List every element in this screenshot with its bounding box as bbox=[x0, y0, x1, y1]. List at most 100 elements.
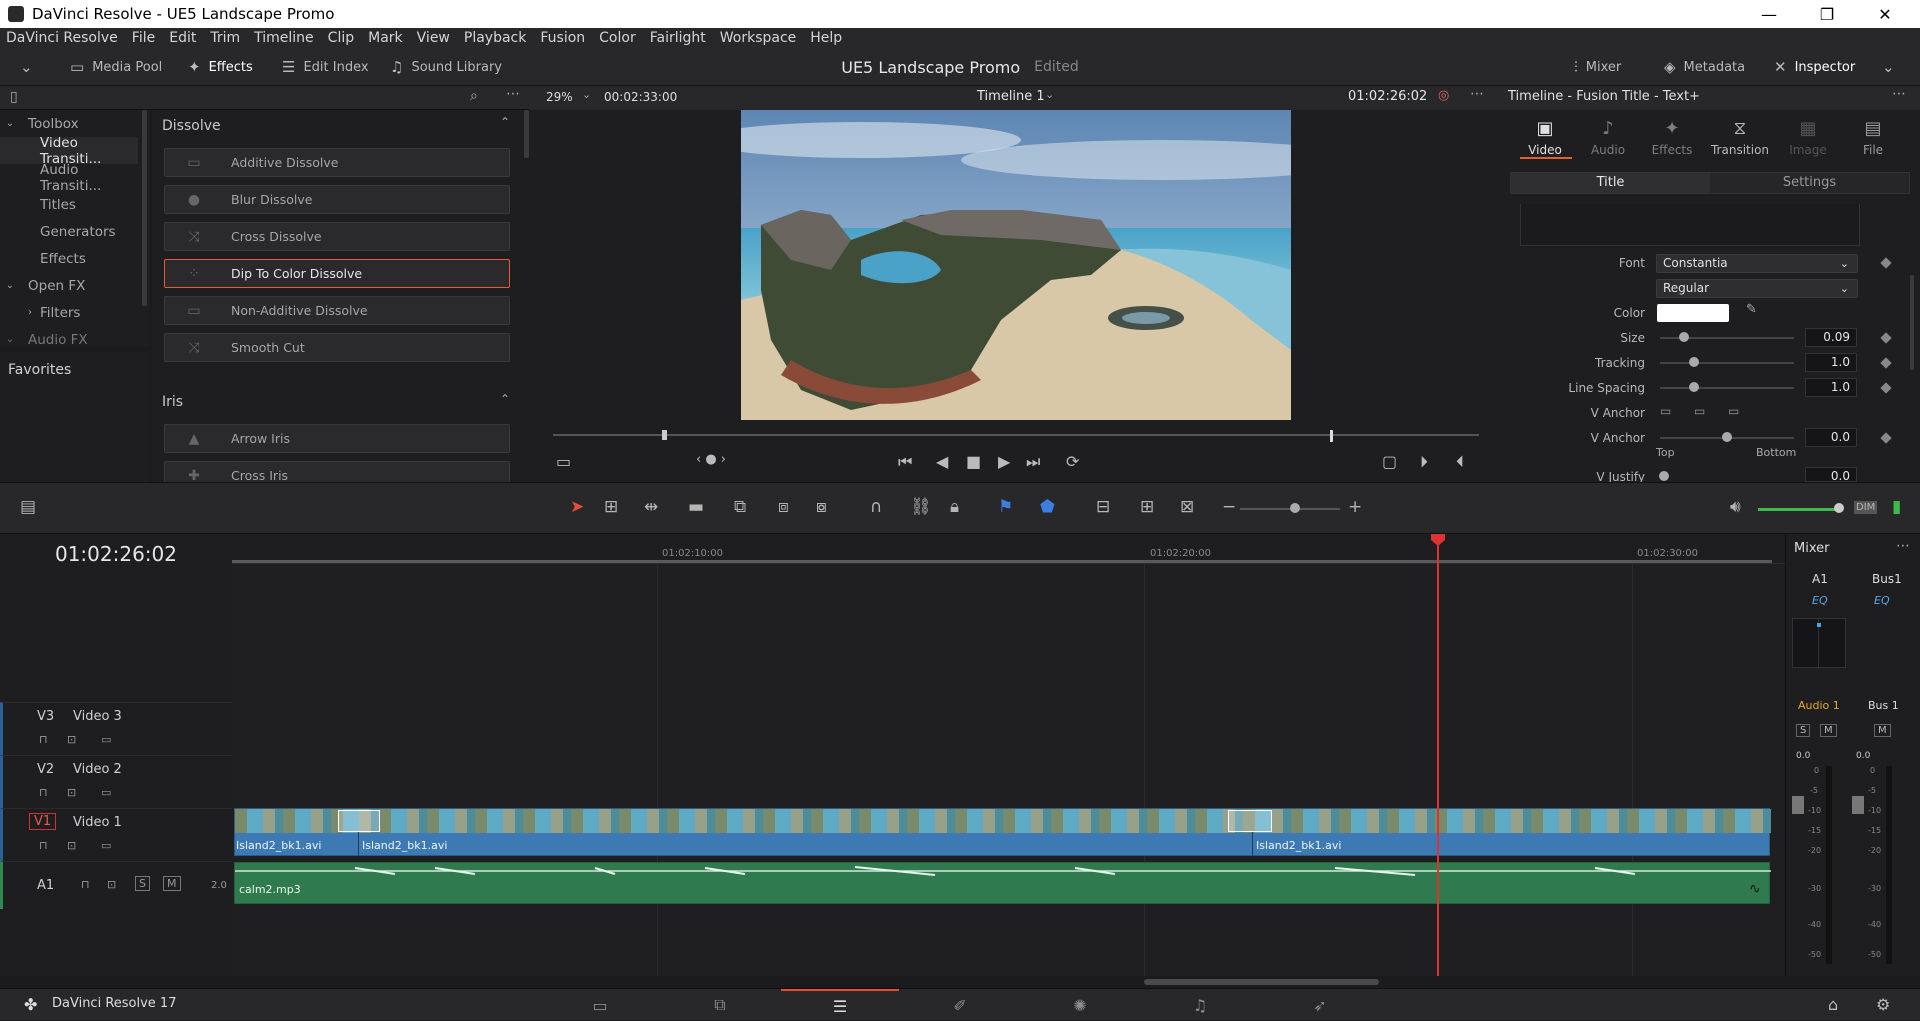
lock-icon[interactable]: ⊓ bbox=[39, 839, 48, 852]
menu-fairlight[interactable]: Fairlight bbox=[650, 30, 706, 46]
effect-cross-iris[interactable]: ✚ Cross Iris bbox=[164, 461, 510, 482]
menu-file[interactable]: File bbox=[132, 30, 155, 46]
line-spacing-slider[interactable] bbox=[1660, 387, 1794, 389]
size-value[interactable]: 0.09 bbox=[1805, 328, 1857, 347]
selection-tool-icon[interactable]: ➤ bbox=[570, 497, 584, 517]
font-dropdown[interactable]: Constantia ⌄ bbox=[1656, 254, 1858, 273]
replace-clip-icon[interactable]: ⧇ bbox=[816, 497, 827, 517]
overwrite-clip-icon[interactable]: ⧈ bbox=[778, 497, 789, 517]
timeline-ruler[interactable]: 01:02:10:00 01:02:20:00 01:02:30:00 bbox=[232, 534, 1785, 564]
line-spacing-value[interactable]: 1.0 bbox=[1805, 378, 1857, 397]
zoom-level[interactable]: 29% bbox=[546, 90, 573, 104]
viewer-scrubber[interactable] bbox=[553, 434, 1479, 436]
marker-icon[interactable]: ⬟ bbox=[1040, 497, 1055, 517]
chevron-down-icon[interactable]: ⌄ bbox=[1045, 88, 1054, 101]
v-justify-slider-knob[interactable] bbox=[1659, 471, 1669, 481]
deliver-page-button[interactable]: ➶ bbox=[1261, 989, 1379, 1021]
stop-icon[interactable]: ■ bbox=[966, 452, 981, 471]
color-swatch[interactable] bbox=[1657, 304, 1729, 322]
restore-button[interactable]: ❐ bbox=[1798, 0, 1856, 28]
color-page-button[interactable]: ✺ bbox=[1021, 989, 1139, 1021]
tree-effects[interactable]: Effects bbox=[0, 245, 138, 272]
tab-video[interactable]: ▣ Video bbox=[1515, 118, 1575, 157]
bus-mute-button[interactable]: M bbox=[1874, 724, 1891, 737]
dim-button[interactable]: DIM bbox=[1854, 501, 1878, 514]
tree-generators[interactable]: Generators bbox=[0, 218, 138, 245]
tab-audio[interactable]: ♪ Audio bbox=[1578, 118, 1638, 157]
auto-select-icon[interactable]: ⊡ bbox=[67, 733, 76, 746]
more-options-icon[interactable]: ⋯ bbox=[506, 86, 520, 102]
pan-control[interactable] bbox=[1792, 618, 1846, 669]
flag-icon[interactable]: ⚑ bbox=[998, 497, 1013, 517]
mixer-mute-button[interactable]: M bbox=[1820, 724, 1837, 737]
zoom-slider-knob[interactable] bbox=[1290, 503, 1300, 513]
v-anchor-value[interactable]: 0.0 bbox=[1805, 428, 1857, 447]
play-reverse-icon[interactable]: ◀ bbox=[936, 452, 948, 471]
a1-fader-handle[interactable] bbox=[1792, 796, 1804, 814]
menu-color[interactable]: Color bbox=[599, 30, 636, 46]
timeline-selector[interactable]: Timeline 1 bbox=[977, 89, 1045, 104]
media-page-button[interactable]: ▭ bbox=[541, 989, 659, 1021]
fairlight-page-button[interactable]: ♫ bbox=[1141, 989, 1259, 1021]
effect-dip-to-color-dissolve[interactable]: ⁘ Dip To Color Dissolve bbox=[164, 259, 510, 288]
zoom-out-icon[interactable]: − bbox=[1222, 497, 1236, 517]
transition-marker[interactable] bbox=[338, 810, 380, 832]
menu-timeline[interactable]: Timeline bbox=[254, 30, 314, 46]
timeline-horizontal-scrollbar[interactable] bbox=[1144, 979, 1379, 985]
effects-scrollbar[interactable] bbox=[524, 110, 529, 158]
cut-page-button[interactable]: ⧉ bbox=[661, 989, 779, 1021]
timeline-timecode[interactable]: 01:02:26:02 bbox=[0, 534, 232, 574]
more-options-icon[interactable]: ⋯ bbox=[1470, 86, 1484, 102]
insert-clip-icon[interactable]: ⧉ bbox=[734, 497, 746, 517]
tree-open-fx[interactable]: ⌄ Open FX bbox=[0, 272, 138, 299]
blade-tool-icon[interactable]: ▬ bbox=[688, 497, 704, 517]
media-pool-button[interactable]: ▭ Media Pool bbox=[70, 48, 162, 86]
track-visibility-icon[interactable]: ▭ bbox=[101, 839, 111, 852]
edit-page-button[interactable]: ☰ bbox=[781, 989, 899, 1021]
skip-to-end-icon[interactable]: ⏭ bbox=[1026, 452, 1040, 472]
metadata-button[interactable]: ◈ Metadata bbox=[1664, 48, 1745, 86]
mute-button[interactable]: M bbox=[163, 876, 181, 891]
tracking-slider[interactable] bbox=[1660, 362, 1794, 364]
menu-view[interactable]: View bbox=[417, 30, 450, 46]
track-name[interactable]: Video 2 bbox=[73, 762, 122, 777]
anchor-top-icon[interactable]: ▭ bbox=[1660, 404, 1671, 418]
audio-clip[interactable]: calm2.mp3 ∿ bbox=[234, 862, 1771, 904]
lock-icon[interactable]: ⊓ bbox=[39, 733, 48, 746]
prev-edit-icon[interactable]: ‹ ● › bbox=[696, 452, 726, 467]
mixer-button[interactable]: ⫶ Mixer bbox=[1574, 48, 1621, 86]
sidebar-toggle-icon[interactable]: ▯ bbox=[10, 89, 18, 105]
panel-toggle-button[interactable]: ⌄ bbox=[20, 48, 41, 86]
menu-fusion[interactable]: Fusion bbox=[540, 30, 585, 46]
volume-icon[interactable]: 🔊︎ bbox=[1730, 497, 1741, 517]
menu-help[interactable]: Help bbox=[810, 30, 842, 46]
toolbox-scrollbar[interactable] bbox=[142, 110, 147, 306]
zoom-in-icon[interactable]: + bbox=[1348, 497, 1362, 517]
timeline-playhead[interactable] bbox=[1437, 534, 1439, 976]
tab-effects[interactable]: ✦ Effects bbox=[1642, 118, 1702, 157]
style-dropdown[interactable]: Regular ⌄ bbox=[1656, 279, 1858, 298]
effects-button[interactable]: ✦ Effects bbox=[188, 48, 253, 86]
eyedropper-icon[interactable]: ✎ bbox=[1746, 302, 1757, 317]
tree-audio-fx[interactable]: ⌄ Audio FX bbox=[0, 326, 138, 353]
solo-button[interactable]: S bbox=[135, 876, 150, 891]
sound-library-button[interactable]: ♫ Sound Library bbox=[390, 48, 502, 86]
menu-playback[interactable]: Playback bbox=[464, 30, 526, 46]
effect-additive-dissolve[interactable]: ▭ Additive Dissolve bbox=[164, 148, 510, 177]
tracking-value[interactable]: 1.0 bbox=[1805, 353, 1857, 372]
tree-audio-transitions[interactable]: Audio Transiti... bbox=[0, 162, 138, 194]
effect-smooth-cut[interactable]: ⤨ Smooth Cut bbox=[164, 333, 510, 362]
position-lock-icon[interactable]: 🔒︎ bbox=[950, 497, 959, 517]
timeline-tracks-area[interactable] bbox=[232, 534, 1785, 976]
tree-filters[interactable]: › Filters bbox=[0, 299, 138, 326]
inspector-scrollbar[interactable] bbox=[1910, 275, 1914, 370]
anchor-middle-icon[interactable]: ▭ bbox=[1694, 404, 1705, 418]
fusion-page-button[interactable]: ✐ bbox=[901, 989, 1019, 1021]
eq-a1-button[interactable]: EQ bbox=[1812, 594, 1828, 607]
v-anchor-slider-knob[interactable] bbox=[1722, 432, 1732, 442]
dynamic-trim-icon[interactable]: ⇹ bbox=[644, 497, 658, 517]
bus1-fader-handle[interactable] bbox=[1852, 796, 1864, 814]
auto-select-icon[interactable]: ⊡ bbox=[67, 786, 76, 799]
track-visibility-icon[interactable]: ▭ bbox=[101, 733, 111, 746]
trim-tool-icon[interactable]: ⊞ bbox=[604, 497, 618, 517]
